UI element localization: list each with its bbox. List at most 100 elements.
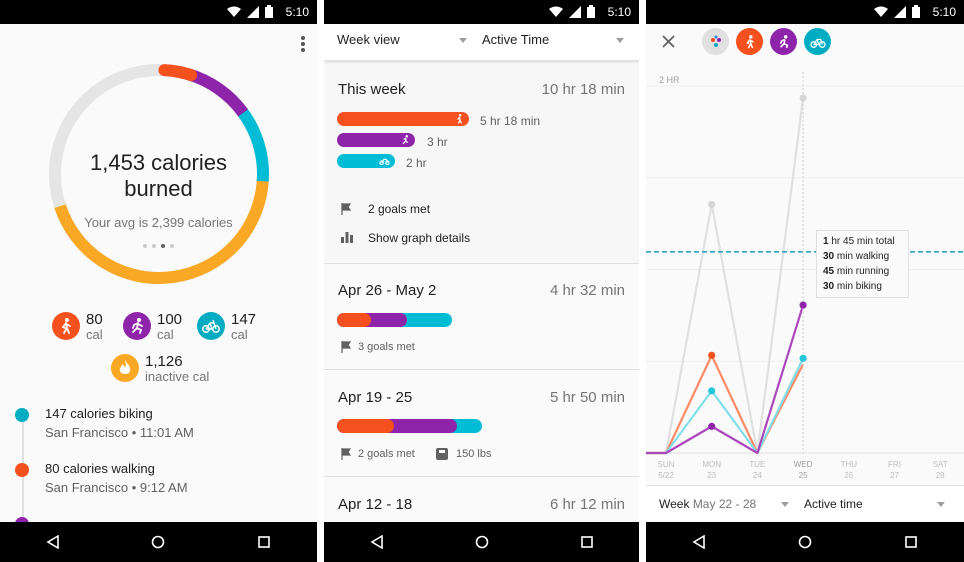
status-bar: 5:10 <box>646 0 964 24</box>
timeline-dot <box>15 463 29 477</box>
x-tick-label[interactable]: WED <box>794 460 813 469</box>
running-bar-label: 3 hr <box>427 135 448 149</box>
x-tick-label[interactable]: SUN <box>658 460 675 469</box>
stat-biking-unit: cal <box>231 327 248 342</box>
recents-icon[interactable] <box>580 535 594 549</box>
metric-dropdown[interactable]: Active time <box>804 497 863 511</box>
x-tick-label[interactable]: THU <box>841 460 858 469</box>
running-icon <box>123 312 151 340</box>
walking-icon <box>52 312 80 340</box>
battery-icon <box>587 5 595 18</box>
status-time: 5:10 <box>607 5 631 19</box>
status-bar: 5:10 <box>324 0 639 24</box>
x-tick-label[interactable]: 28 <box>936 471 945 480</box>
x-tick-label[interactable]: 24 <box>753 471 762 480</box>
home-icon[interactable] <box>798 535 812 549</box>
week-card[interactable]: Apr 26 - May 2 4 hr 32 min 3 goals met <box>324 264 639 370</box>
battery-icon <box>265 5 273 18</box>
running-icon <box>402 135 409 145</box>
weight-label: 150 lbs <box>456 448 492 460</box>
week-card-total: 6 hr 12 min <box>549 496 625 513</box>
recents-icon[interactable] <box>257 535 271 549</box>
running-filter-icon[interactable] <box>770 28 797 55</box>
goals-met-label: 2 goals met <box>368 202 431 216</box>
show-graph-details-link[interactable]: Show graph details <box>368 231 470 245</box>
all-activities-filter-icon[interactable] <box>702 28 729 55</box>
week-card[interactable]: Apr 12 - 18 6 hr 12 min <box>324 477 639 527</box>
close-icon[interactable] <box>662 35 675 48</box>
walking-filter-icon[interactable] <box>736 28 763 55</box>
data-point <box>708 351 716 359</box>
x-tick-label[interactable]: SAT <box>933 460 948 469</box>
bar-chart-icon <box>341 232 353 243</box>
biking-filter-icon[interactable] <box>804 28 831 55</box>
recents-icon[interactable] <box>904 535 918 549</box>
day-summary-tooltip: 1 hr 45 min total 30 min walking 45 min … <box>816 230 909 298</box>
x-tick-label[interactable]: MON <box>702 460 721 469</box>
x-tick-label[interactable]: 27 <box>890 471 899 480</box>
week-card-total: 5 hr 50 min <box>549 389 625 406</box>
chevron-down-icon[interactable] <box>937 502 945 507</box>
data-point <box>799 94 807 102</box>
week-card-title: Apr 26 - May 2 <box>338 282 437 299</box>
x-tick-label[interactable]: TUE <box>749 460 765 469</box>
stat-inactive-unit: inactive cal <box>145 369 210 384</box>
week-card[interactable]: Apr 19 - 25 5 hr 50 min 2 goals met 150 … <box>324 370 639 477</box>
scale-icon <box>436 448 448 460</box>
x-tick-label[interactable]: 5/22 <box>658 471 674 480</box>
nav-bar <box>646 522 964 562</box>
flag-icon <box>341 203 352 215</box>
wifi-icon <box>549 6 563 17</box>
chevron-down-icon[interactable] <box>459 38 467 43</box>
home-icon[interactable] <box>475 535 489 549</box>
stat-biking: 147 cal <box>197 312 256 342</box>
back-icon[interactable] <box>46 535 60 549</box>
x-tick-label[interactable]: 23 <box>707 471 716 480</box>
flag-icon <box>341 448 352 460</box>
home-icon[interactable] <box>151 535 165 549</box>
biking-bar <box>337 154 395 168</box>
wifi-icon <box>874 6 888 17</box>
stat-running-value: 100 <box>157 311 183 328</box>
x-tick-label[interactable]: 26 <box>844 471 853 480</box>
overflow-menu-icon[interactable] <box>301 36 305 54</box>
week-card-title: Apr 12 - 18 <box>338 496 413 513</box>
walking-segment <box>337 419 394 433</box>
signal-icon <box>894 5 906 18</box>
wifi-icon <box>227 6 241 17</box>
stat-biking-value: 147 <box>231 311 257 328</box>
x-tick-label[interactable]: 25 <box>799 471 808 480</box>
back-icon[interactable] <box>369 535 384 549</box>
running-bar <box>337 133 415 147</box>
status-time: 5:10 <box>285 5 309 19</box>
stat-walking-value: 80 <box>86 311 103 328</box>
stat-running-unit: cal <box>157 327 174 342</box>
timeline-item-title: 80 calories walking <box>45 461 155 476</box>
data-point <box>708 422 716 430</box>
metric-dropdown[interactable]: Active Time <box>482 32 549 47</box>
activity-line-chart: 2 HR SUN 5/22 MON 23 TUE 24 WED 25 THU 26 FRI 27 SAT… <box>646 72 964 480</box>
status-bar: 5:10 <box>0 0 317 24</box>
graph-details-screen: 5:10 2 HR SUN 5/22 MON 23 TUE 24 WED 25 THU 26 FRI… <box>646 0 964 562</box>
timeline-item-title: 147 calories biking <box>45 406 153 421</box>
week-card-total: 10 hr 18 min <box>541 81 625 98</box>
y-axis-label: 2 HR <box>659 75 680 85</box>
flame-icon <box>111 354 139 382</box>
week-card-title: Apr 19 - 25 <box>338 389 413 406</box>
stat-inactive: 1,126 inactive cal <box>111 354 209 384</box>
week-range-dropdown[interactable]: Week May 22 - 28 <box>659 497 756 511</box>
nav-bar <box>0 522 317 562</box>
bike-icon <box>197 312 225 340</box>
bike-icon <box>379 158 390 165</box>
walking-bar-label: 5 hr 18 min <box>480 114 541 128</box>
week-card[interactable]: This week 10 hr 18 min 5 hr 18 min 3 hr … <box>324 64 639 264</box>
chevron-down-icon[interactable] <box>616 38 624 43</box>
view-dropdown[interactable]: Week view <box>337 32 400 47</box>
data-point <box>799 354 807 362</box>
back-icon[interactable] <box>692 535 706 549</box>
timeline-item-subtitle: San Francisco • 9:12 AM <box>45 480 188 495</box>
x-tick-label[interactable]: FRI <box>888 460 901 469</box>
calories-total: 1,453 calories <box>90 150 227 175</box>
walking-icon <box>457 114 462 124</box>
chevron-down-icon[interactable] <box>781 502 789 507</box>
